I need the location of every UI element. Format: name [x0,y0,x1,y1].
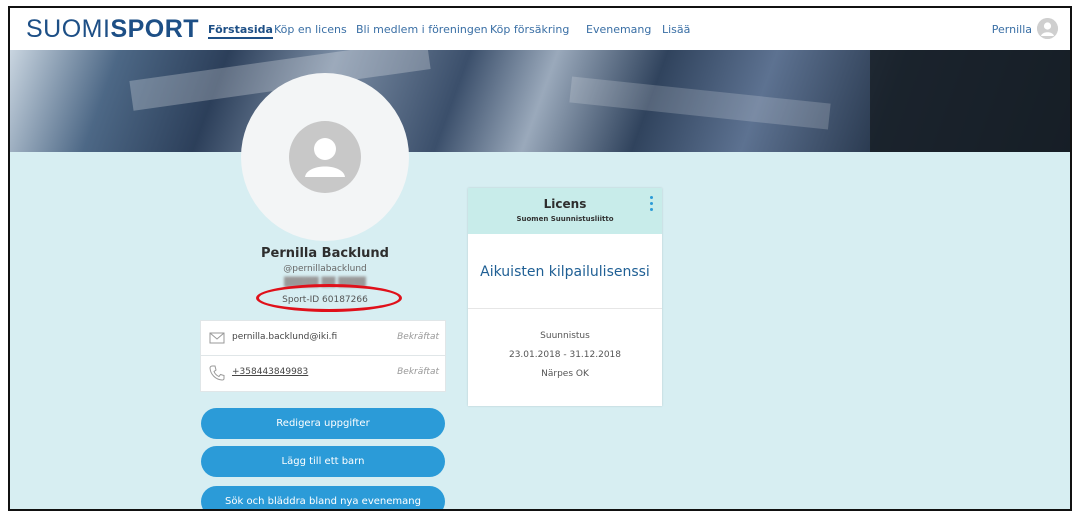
more-options-icon[interactable] [650,196,654,214]
envelope-icon [209,332,225,344]
license-organization: Suomen Suunnistusliitto [516,215,614,223]
user-placeholder-icon [289,121,361,193]
browse-events-button[interactable]: Sök och bläddra bland nya evenemang [201,486,445,509]
license-card-title: Licens [543,197,587,211]
phone-row: +358443849983 Bekräftat [201,356,445,390]
email-row: pernilla.backlund@iki.fi Bekräftat [201,321,445,356]
license-club: Närpes OK [541,369,589,379]
highlight-annotation [256,284,402,312]
license-sport: Suunnistus [540,331,590,341]
header-banner-image [10,39,1070,152]
phone-icon [209,365,225,381]
nav-item-buy-license[interactable]: Köp en licens [274,23,347,36]
user-menu-name[interactable]: Pernilla [992,23,1032,36]
top-navigation: SUOMISPORT Förstasida Köp en licens Bli … [10,8,1070,51]
nav-item-home[interactable]: Förstasida [208,23,273,39]
profile-name: Pernilla Backlund [261,246,389,261]
user-avatar-icon[interactable] [1037,18,1058,39]
nav-item-join-club[interactable]: Bli medlem i föreningen [356,23,488,36]
suomisport-logo[interactable]: SUOMISPORT [26,15,199,44]
phone-status: Bekräftat [397,367,439,377]
divider [468,308,662,309]
nav-item-more[interactable]: Lisää [662,23,690,36]
profile-picture[interactable] [241,73,409,241]
license-validity: 23.01.2018 - 31.12.2018 [508,350,622,360]
phone-number-link[interactable]: +358443849983 [232,367,308,377]
app-frame: SUOMISPORT Förstasida Köp en licens Bli … [8,6,1072,511]
license-card-header: Licens Suomen Suunnistusliitto [468,188,662,234]
license-card[interactable]: Licens Suomen Suunnistusliitto Aikuisten… [468,188,662,406]
add-child-button[interactable]: Lägg till ett barn [201,446,445,477]
profile-username: @pernillabacklund [283,264,367,274]
license-name: Aikuisten kilpailulisenssi [480,264,650,280]
nav-item-events[interactable]: Evenemang [586,23,651,36]
contact-details: pernilla.backlund@iki.fi Bekräftat +3584… [200,320,446,392]
email-status: Bekräftat [397,332,439,342]
edit-details-button[interactable]: Redigera uppgifter [201,408,445,439]
nav-item-buy-insurance[interactable]: Köp försäkring [490,23,569,36]
email-address: pernilla.backlund@iki.fi [232,332,338,342]
